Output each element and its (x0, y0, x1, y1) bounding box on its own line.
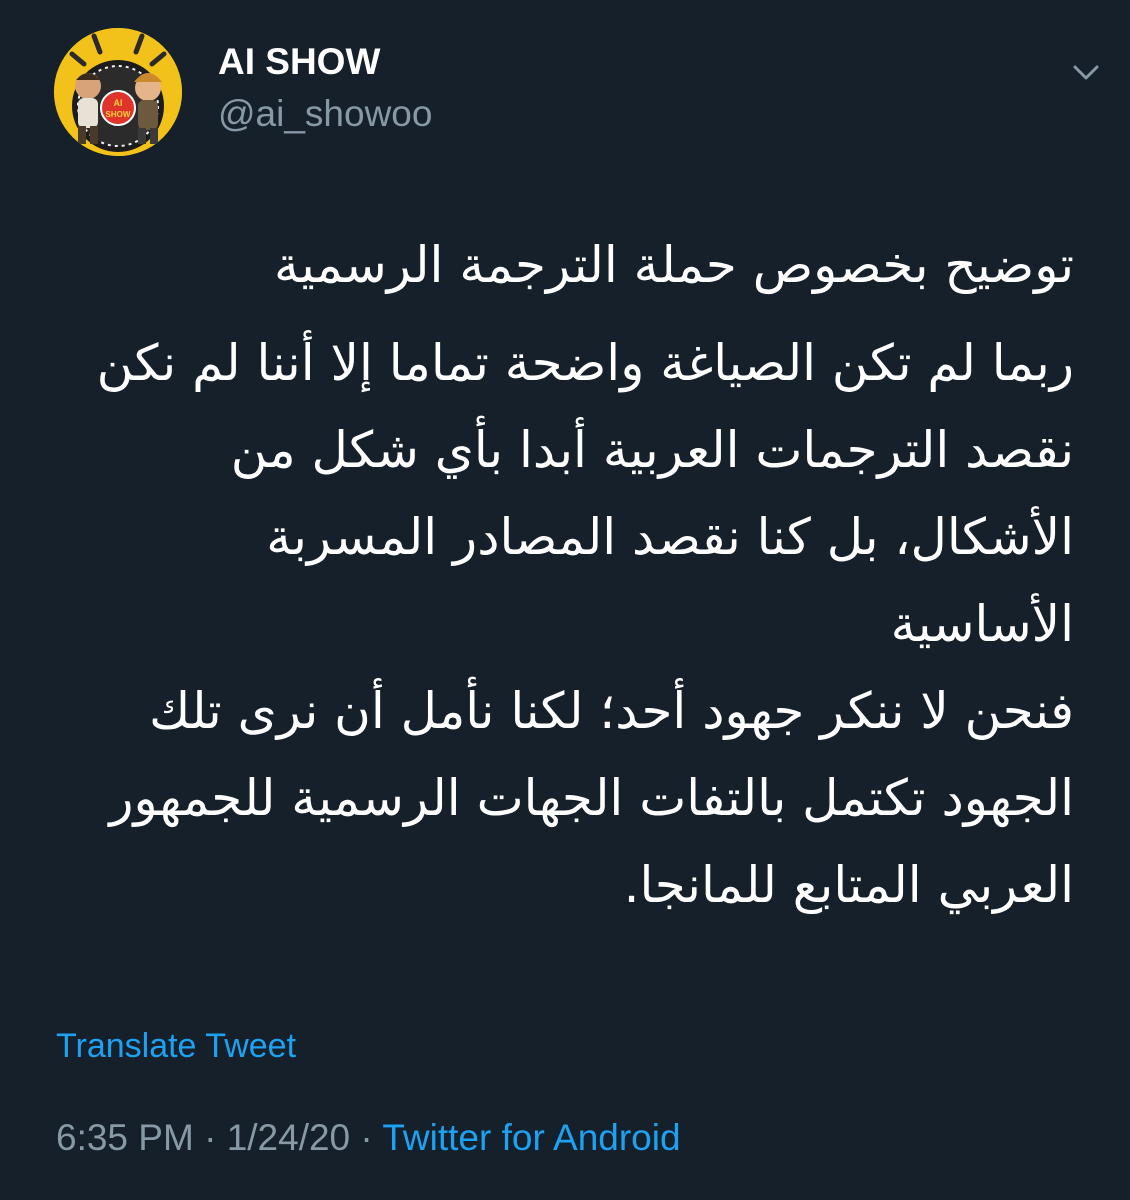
tweet-metadata: 6:35 PM · 1/24/20 · Twitter for Android (56, 1116, 681, 1160)
user-handle[interactable]: @ai_showoo (218, 92, 432, 136)
tweet-paragraph: توضيح بخصوص حملة الترجمة الرسمية (274, 236, 1074, 294)
chevron-down-icon (1073, 65, 1099, 80)
tweet-detail: AI SHOW AI SHOW @ai_showoo توضيح بخصوص ح… (0, 0, 1130, 1200)
svg-text:AI: AI (114, 98, 123, 108)
tweet-menu-button[interactable] (1066, 52, 1106, 92)
display-name[interactable]: AI SHOW (218, 40, 380, 84)
svg-text:SHOW: SHOW (106, 110, 131, 119)
translate-tweet-link[interactable]: Translate Tweet (56, 1026, 296, 1066)
avatar[interactable]: AI SHOW (54, 28, 182, 156)
meta-separator: · (360, 1117, 373, 1158)
meta-separator: · (204, 1117, 217, 1158)
avatar-logo-image: AI SHOW (54, 28, 182, 156)
tweet-paragraph: ربما لم تكن الصياغة واضحة تماما إلا أننا… (96, 334, 1074, 914)
tweet-time: 6:35 PM (56, 1117, 194, 1158)
tweet-text: توضيح بخصوص حملة الترجمة الرسمية ربما لم… (40, 222, 1074, 929)
tweet-date: 1/24/20 (226, 1117, 351, 1158)
tweet-source-link[interactable]: Twitter for Android (382, 1117, 680, 1158)
